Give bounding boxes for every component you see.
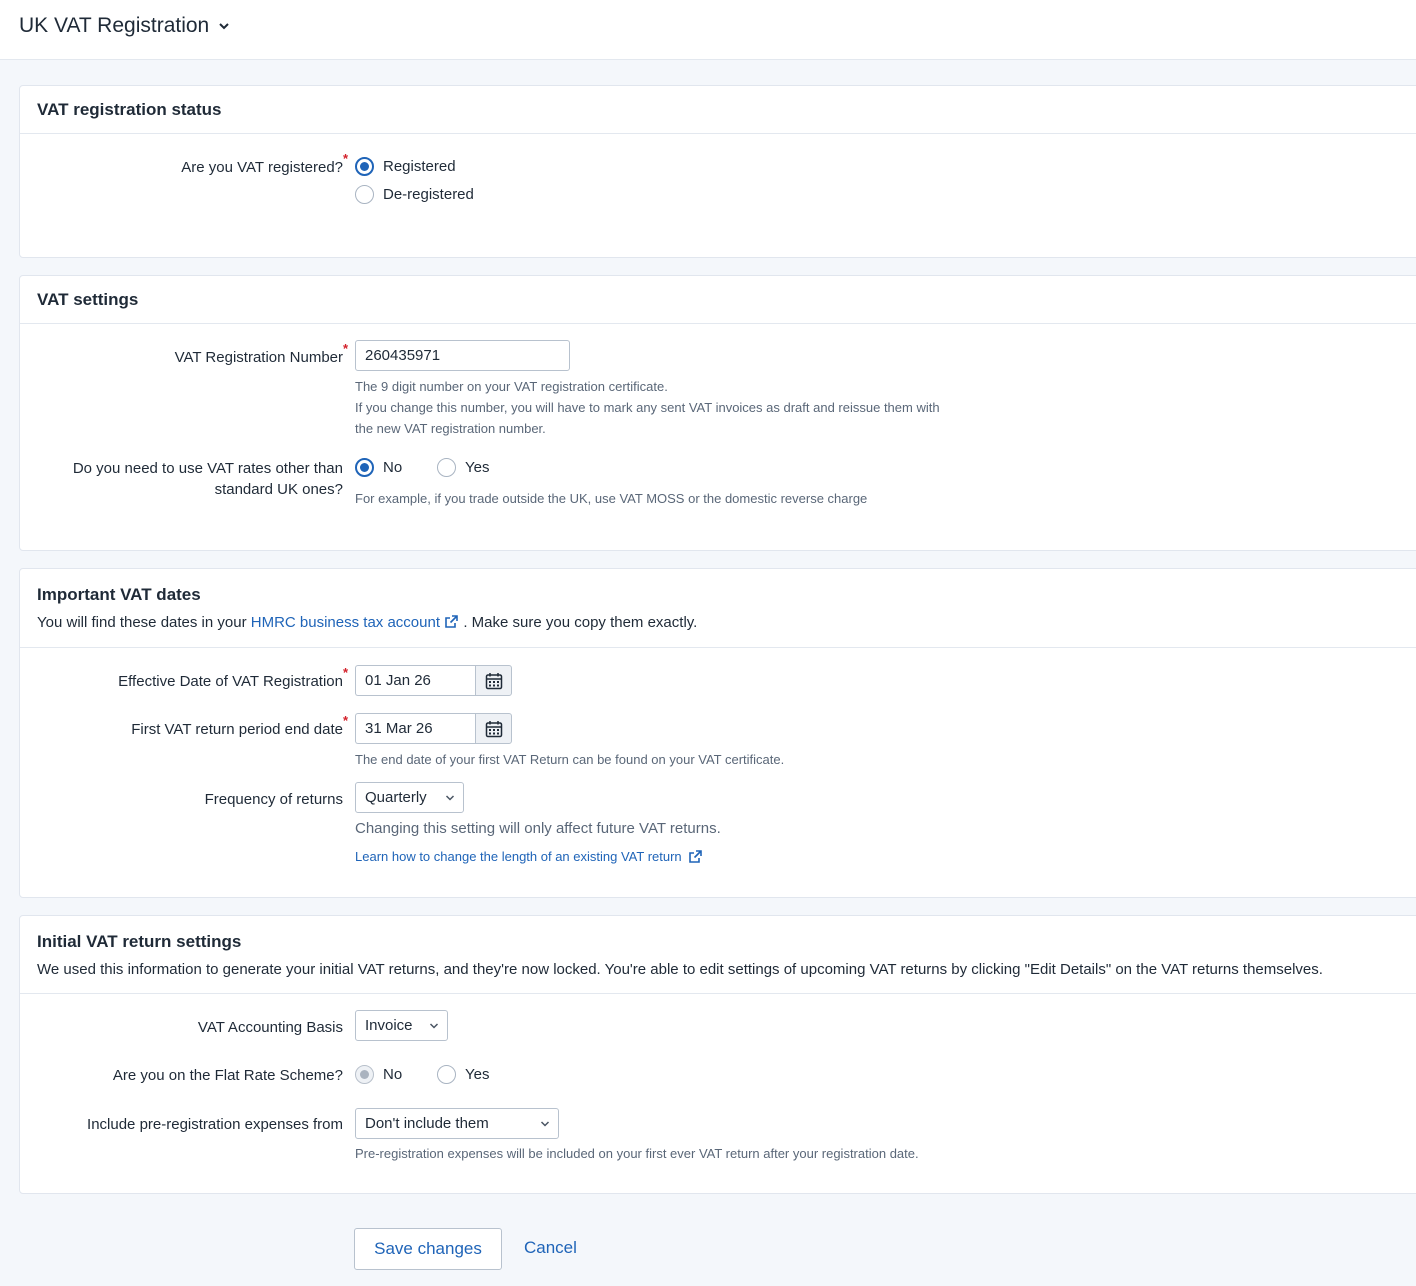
radio-label: No: [383, 1066, 403, 1083]
radio-label: Yes: [465, 1066, 490, 1083]
calendar-icon: [485, 672, 502, 689]
vat-registration-number-label: VAT Registration Number: [174, 349, 343, 366]
radio-flat-rate-yes[interactable]: Yes: [437, 1065, 489, 1084]
first-return-help: The end date of your first VAT Return ca…: [355, 752, 785, 767]
first-return-date-input[interactable]: 31 Mar 26: [355, 713, 475, 744]
card-header: Initial VAT return settings We used this…: [20, 916, 1416, 994]
effective-date-input[interactable]: 01 Jan 26: [355, 665, 475, 696]
radio-label: Yes: [465, 459, 490, 476]
reg-number-help-2: If you change this number, you will have…: [355, 400, 940, 415]
desc-suffix: . Make sure you copy them exactly.: [463, 614, 698, 631]
radio-registered[interactable]: Registered: [355, 157, 456, 176]
required-marker: *: [343, 665, 349, 680]
required-marker: *: [343, 151, 349, 166]
frequency-help: Changing this setting will only affect f…: [355, 820, 721, 837]
calendar-button[interactable]: [475, 665, 512, 696]
page-title: UK VAT Registration: [19, 14, 210, 37]
select-value: Don't include them: [365, 1115, 489, 1132]
card-header: VAT registration status: [20, 86, 1416, 134]
hmrc-account-link[interactable]: HMRC business tax account: [251, 614, 459, 631]
chevron-down-icon: [219, 23, 229, 30]
radio-indicator: [437, 1065, 456, 1084]
effective-date-label: Effective Date of VAT Registration: [118, 673, 343, 690]
vat-rates-help: For example, if you trade outside the UK…: [355, 491, 868, 506]
cancel-link[interactable]: Cancel: [524, 1238, 577, 1258]
card-header: VAT settings: [20, 276, 1416, 324]
first-return-end-date-label: First VAT return period end date: [131, 721, 343, 738]
top-bar: UK VAT Registration: [0, 0, 1416, 60]
reg-number-help-1: The 9 digit number on your VAT registrat…: [355, 379, 668, 394]
chevron-down-icon: [445, 795, 455, 801]
radio-label: Registered: [383, 158, 456, 175]
desc-prefix: You will find these dates in your: [37, 614, 247, 631]
radio-indicator: [355, 157, 374, 176]
frequency-select[interactable]: Quarterly: [355, 782, 464, 813]
flat-rate-scheme-label: Are you on the Flat Rate Scheme?: [112, 1067, 343, 1084]
vat-settings-card: VAT settings VAT Registration Number * 2…: [19, 275, 1416, 551]
pre-registration-expenses-label: Include pre-registration expenses from: [87, 1116, 343, 1133]
page-title-dropdown[interactable]: UK VAT Registration: [19, 14, 231, 38]
vat-registration-number-input[interactable]: 260435971: [355, 340, 570, 371]
card-description: We used this information to generate you…: [37, 961, 1323, 978]
change-return-length-link[interactable]: Learn how to change the length of an exi…: [355, 849, 703, 864]
chevron-down-icon: [540, 1121, 550, 1127]
reg-number-help-3: the new VAT registration number.: [355, 421, 546, 436]
save-changes-button[interactable]: Save changes: [354, 1228, 502, 1270]
select-value: Invoice: [365, 1017, 413, 1034]
first-return-date-picker: 31 Mar 26: [355, 713, 512, 744]
radio-label: No: [383, 459, 403, 476]
radio-flat-rate-no[interactable]: No: [355, 1065, 402, 1084]
radio-rates-no[interactable]: No: [355, 458, 402, 477]
accounting-basis-label: VAT Accounting Basis: [197, 1019, 343, 1036]
vat-registration-status-card: VAT registration status Are you VAT regi…: [19, 85, 1416, 258]
card-title: Initial VAT return settings: [37, 932, 242, 951]
vat-rates-label-line1: Do you need to use VAT rates other than: [72, 460, 343, 477]
pre-registration-expenses-select[interactable]: Don't include them: [355, 1108, 559, 1139]
pre-registration-help: Pre-registration expenses will be includ…: [355, 1146, 919, 1161]
card-title: VAT registration status: [37, 100, 222, 119]
select-value: Quarterly: [365, 789, 427, 806]
link-text: Learn how to change the length of an exi…: [355, 849, 682, 864]
radio-indicator: [355, 1065, 374, 1084]
frequency-label: Frequency of returns: [204, 791, 343, 808]
card-title: VAT settings: [37, 290, 139, 309]
calendar-icon: [485, 720, 502, 737]
accounting-basis-select[interactable]: Invoice: [355, 1010, 448, 1041]
link-text: HMRC business tax account: [250, 614, 440, 631]
vat-registered-label: Are you VAT registered?: [181, 159, 343, 176]
radio-label: De-registered: [383, 186, 474, 203]
required-marker: *: [343, 341, 349, 356]
initial-vat-return-settings-card: Initial VAT return settings We used this…: [19, 915, 1416, 1194]
radio-indicator: [355, 458, 374, 477]
chevron-down-icon: [429, 1023, 439, 1029]
effective-date-picker: 01 Jan 26: [355, 665, 512, 696]
radio-indicator: [437, 458, 456, 477]
radio-indicator: [355, 185, 374, 204]
important-vat-dates-card: Important VAT dates You will find these …: [19, 568, 1416, 898]
card-header: Important VAT dates You will find these …: [20, 569, 1416, 648]
vat-rates-label-line2: standard UK ones?: [214, 481, 343, 498]
calendar-button[interactable]: [475, 713, 512, 744]
external-link-icon: [445, 615, 458, 628]
radio-deregistered[interactable]: De-registered: [355, 185, 474, 204]
radio-rates-yes[interactable]: Yes: [437, 458, 489, 477]
external-link-icon: [688, 850, 702, 863]
card-description: You will find these dates in your HMRC b…: [37, 614, 697, 631]
card-title: Important VAT dates: [37, 585, 201, 604]
required-marker: *: [343, 713, 349, 728]
